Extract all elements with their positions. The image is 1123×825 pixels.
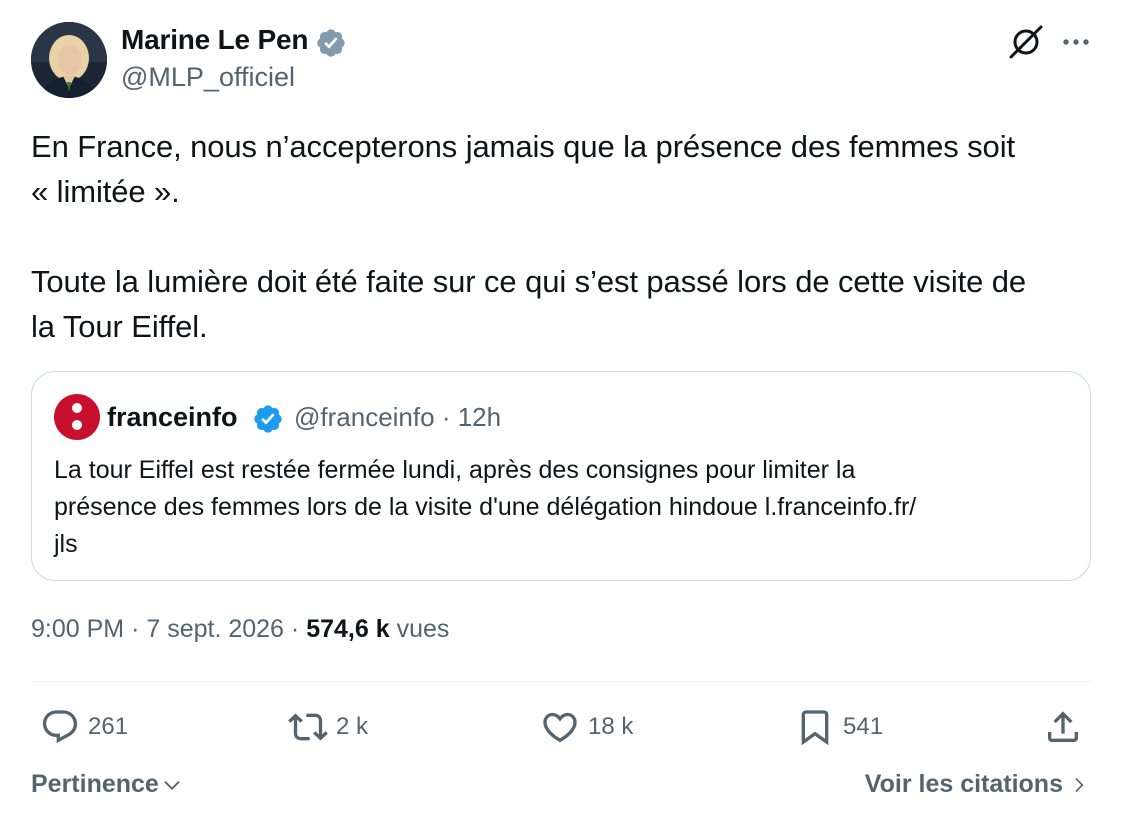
author-handle[interactable]: @MLP_officiel xyxy=(121,62,295,93)
tweet-meta: 9:00 PM · 7 sept. 2026 · 574,6 k vues xyxy=(31,615,449,644)
bookmark-icon xyxy=(801,710,829,746)
share-icon xyxy=(1048,711,1078,742)
divider xyxy=(31,681,1093,682)
quoted-author-name[interactable]: franceinfo xyxy=(107,402,238,433)
verified-badge-icon[interactable] xyxy=(252,403,284,435)
repost-count: 2 k xyxy=(336,713,369,740)
author-name[interactable]: Marine Le Pen xyxy=(121,24,308,56)
tweet-text-line: « limitée ». xyxy=(31,174,180,209)
tweet-text-line: Toute la lumière doit été faite sur ce q… xyxy=(31,264,1027,299)
reply-icon xyxy=(42,710,78,744)
meta-separator: · xyxy=(441,402,451,432)
tweet-text-line: la Tour Eiffel. xyxy=(31,309,208,344)
reply-button[interactable]: 261 xyxy=(40,705,128,749)
meta-separator: · xyxy=(290,615,300,643)
author-avatar[interactable] xyxy=(31,22,107,98)
grok-icon[interactable] xyxy=(1006,22,1046,62)
views-label: vues xyxy=(396,615,450,643)
tweet-text-line: En France, nous n’accepterons jamais que… xyxy=(31,129,1015,164)
quoted-author-handle[interactable]: @franceinfo xyxy=(294,402,435,432)
sort-dropdown[interactable]: Pertinence xyxy=(31,770,183,799)
chevron-down-icon xyxy=(164,780,180,790)
more-options-icon[interactable] xyxy=(1058,26,1094,58)
quoted-tweet-text: La tour Eiffel est restée fermée lundi, … xyxy=(54,452,1064,563)
tweet-text: En France, nous n’accepterons jamais que… xyxy=(31,124,1106,349)
repost-icon xyxy=(288,713,328,741)
quoted-text-line: présence des femmes lors de la visite d'… xyxy=(54,493,917,521)
view-quotes-label: Voir les citations xyxy=(864,770,1063,798)
quoted-tweet-card[interactable]: franceinfo @franceinfo · 12h La tour Eif… xyxy=(31,371,1091,581)
quoted-meta: @franceinfo · 12h xyxy=(294,402,501,433)
tweet-date[interactable]: 7 sept. 2026 xyxy=(146,615,284,643)
like-count: 18 k xyxy=(588,713,634,740)
quoted-time[interactable]: 12h xyxy=(458,402,501,432)
meta-separator: · xyxy=(131,615,140,643)
heart-icon xyxy=(543,712,577,743)
repost-button[interactable]: 2 k xyxy=(288,705,368,749)
tweet-time[interactable]: 9:00 PM xyxy=(31,615,124,643)
bookmark-button[interactable]: 541 xyxy=(795,705,883,749)
bookmark-count: 541 xyxy=(843,713,884,740)
avatar-portrait xyxy=(31,22,107,98)
tweet-detail: Marine Le Pen @MLP_officiel En France, n… xyxy=(0,0,1123,825)
share-button[interactable] xyxy=(1043,705,1083,749)
view-quotes-link[interactable]: Voir les citations xyxy=(865,770,1089,799)
sort-label: Pertinence xyxy=(31,770,159,798)
quoted-text-line: La tour Eiffel est restée fermée lundi, … xyxy=(54,456,856,484)
quoted-text-line: jls xyxy=(54,530,78,558)
verified-badge-icon[interactable] xyxy=(315,27,347,59)
reply-count: 261 xyxy=(88,713,129,740)
views-count[interactable]: 574,6 k xyxy=(306,615,389,643)
chevron-right-icon xyxy=(1075,777,1084,792)
franceinfo-logo-icon[interactable] xyxy=(54,394,100,440)
like-button[interactable]: 18 k xyxy=(540,705,633,749)
